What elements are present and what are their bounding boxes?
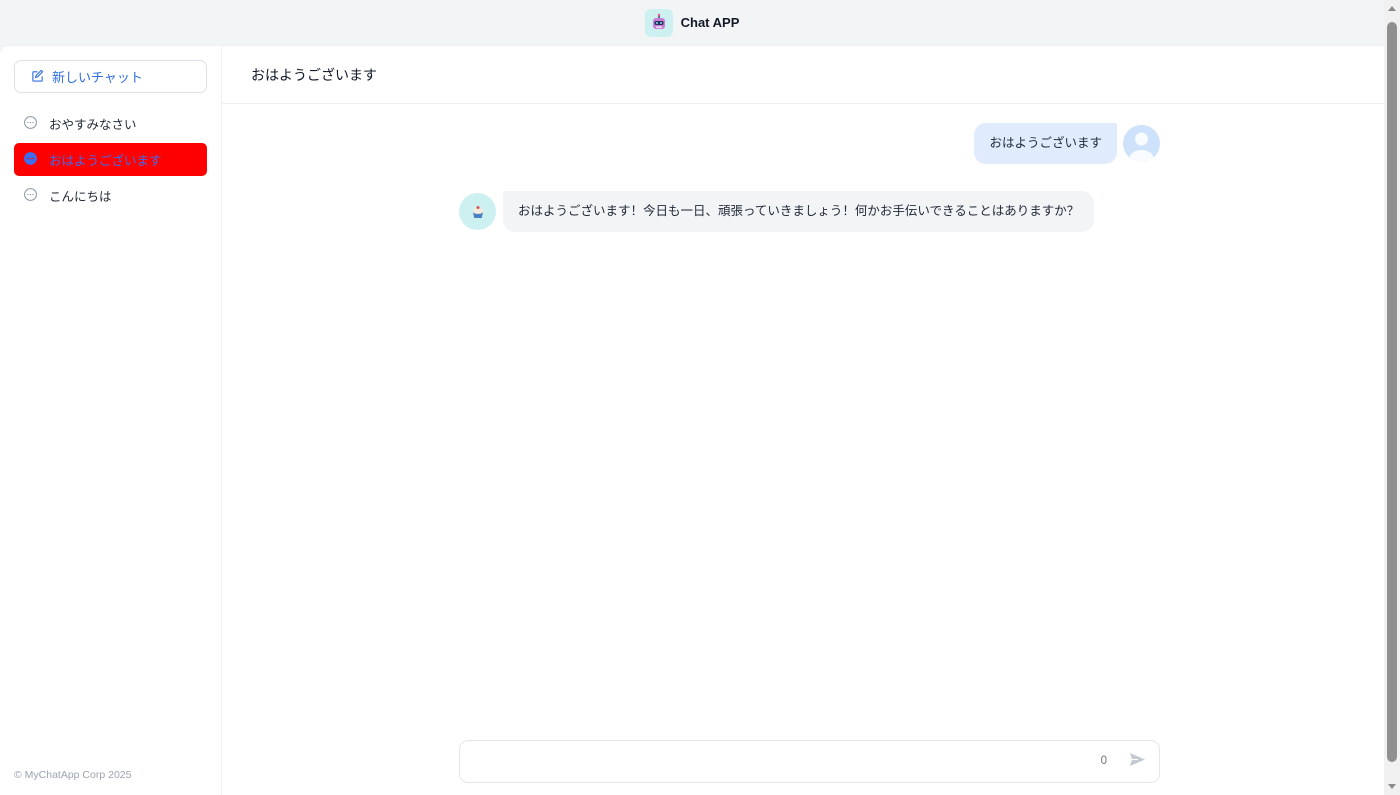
conversation-item[interactable]: おやすみなさい [14, 107, 207, 140]
conversation-item[interactable]: こんにちは [14, 179, 207, 212]
chat-main: おはようございます おはようございます おはようございます！今日も一日、頑張って… [222, 46, 1384, 795]
user-message: おはようございます [974, 123, 1160, 164]
robot-logo-icon [644, 8, 673, 37]
conversation-list: おやすみなさい おはようございます こんにちは [14, 107, 207, 212]
app-body: 新しいチャット おやすみなさい おはようございます こんにちは © MyChat… [0, 46, 1384, 795]
conversation-item-active[interactable]: おはようございます [14, 143, 207, 176]
page-scrollbar[interactable] [1384, 0, 1400, 795]
assistant-message: おはようございます！今日も一日、頑張っていきましょう！何かお手伝いできることはあ… [459, 191, 1095, 232]
top-bar: Chat APP [0, 0, 1384, 46]
new-chat-label: 新しいチャット [52, 70, 143, 85]
app-title: Chat APP [680, 15, 740, 30]
chat-header: おはようございます [222, 46, 1384, 104]
conversation-label: おやすみなさい [49, 118, 137, 132]
new-chat-button[interactable]: 新しいチャット [14, 60, 207, 93]
chat-bubble-icon [23, 115, 38, 133]
message-list: おはようございます おはようございます！今日も一日、頑張っていきましょう！何かお… [222, 104, 1384, 734]
chat-bubble-icon [23, 187, 38, 205]
user-avatar-icon [1123, 125, 1160, 162]
conversation-label: こんにちは [49, 190, 112, 204]
scrollbar-thumb[interactable] [1387, 22, 1397, 762]
send-icon [1129, 752, 1146, 772]
message-input[interactable] [474, 749, 1074, 775]
sidebar: 新しいチャット おやすみなさい おはようございます こんにちは © MyChat… [0, 46, 222, 795]
scroll-down-arrow-icon[interactable] [1388, 784, 1396, 789]
chat-title: おはようございます [251, 66, 377, 83]
conversation-label: おはようございます [49, 154, 162, 168]
edit-icon [31, 69, 44, 85]
assistant-avatar-icon [459, 193, 496, 230]
scroll-up-arrow-icon[interactable] [1388, 6, 1396, 11]
message-input-box: 0 [459, 740, 1160, 783]
app-window: Chat APP 新しいチャット おやすみなさい おはようございます こんにちは… [0, 0, 1384, 795]
character-count: 0 [1100, 755, 1107, 767]
user-message-bubble: おはようございます [974, 123, 1117, 164]
copyright-footer: © MyChatApp Corp 2025 [14, 769, 132, 781]
send-button[interactable] [1127, 752, 1147, 772]
assistant-message-bubble: おはようございます！今日も一日、頑張っていきましょう！何かお手伝いできることはあ… [503, 191, 1095, 232]
chat-bubble-filled-icon [23, 151, 38, 169]
